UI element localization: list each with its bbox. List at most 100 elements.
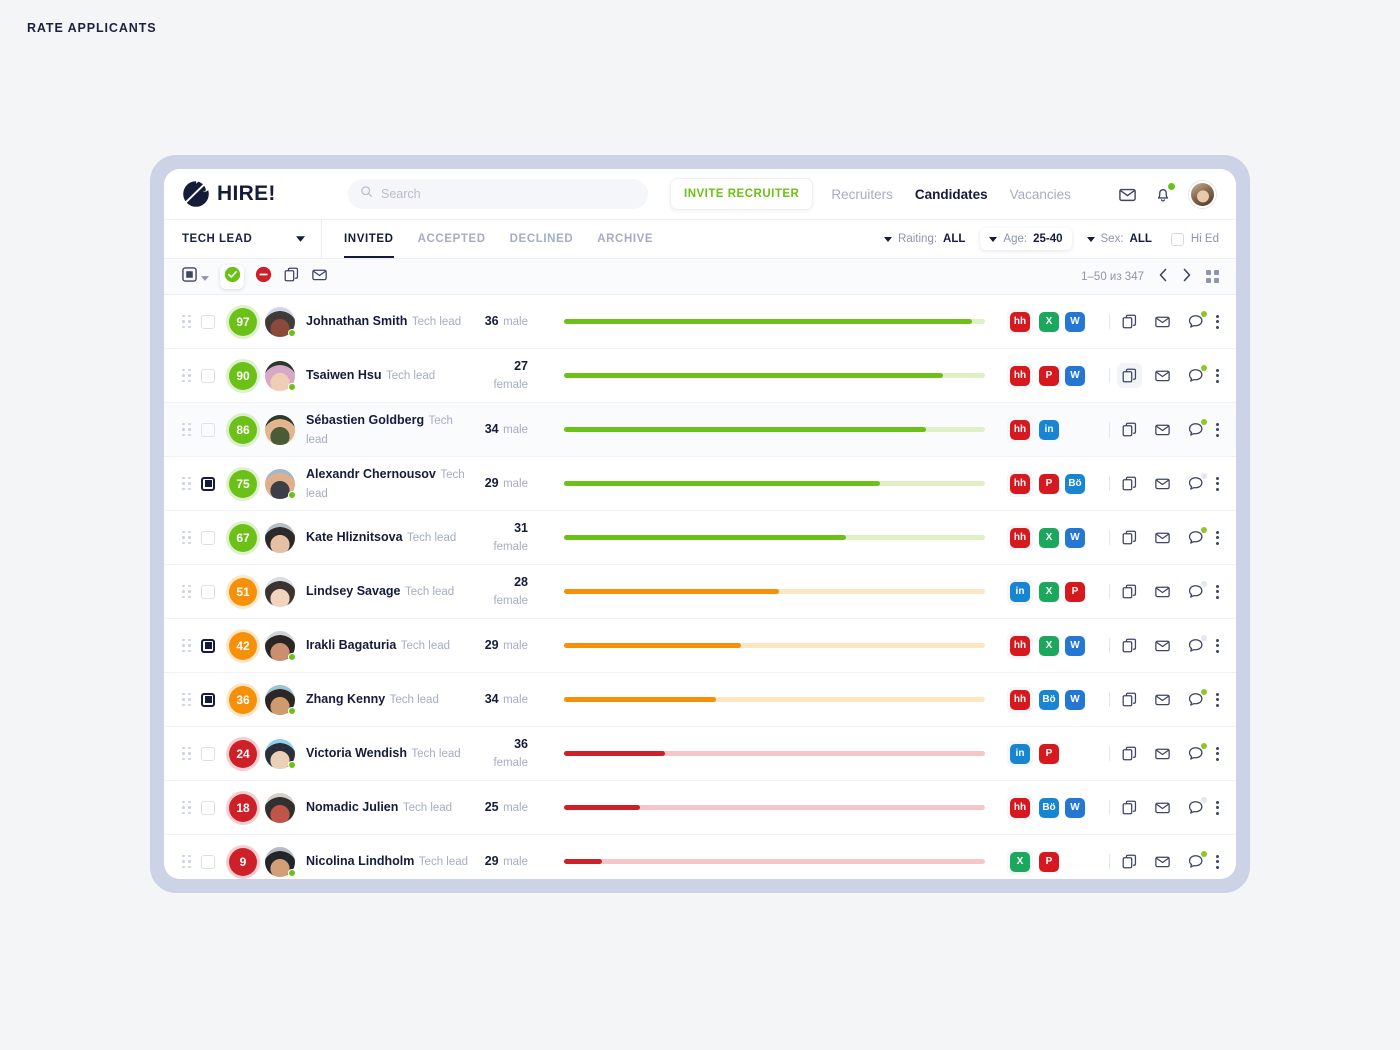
drag-handle-icon[interactable]: [182, 314, 191, 329]
row-checkbox[interactable]: [201, 314, 215, 329]
brand-logo[interactable]: HIRE!: [182, 180, 340, 208]
source-badge-hh[interactable]: hh: [1010, 689, 1030, 710]
email-icon[interactable]: [1154, 637, 1171, 654]
source-badge-X[interactable]: X: [1039, 635, 1059, 656]
chat-icon[interactable]: [1187, 581, 1207, 600]
email-icon[interactable]: [1154, 583, 1171, 600]
table-row[interactable]: 90 Tsaiwen Hsu Tech lead 27 female hh P W: [164, 349, 1236, 403]
email-icon[interactable]: [1154, 691, 1171, 708]
copy-selected-button[interactable]: [283, 266, 300, 288]
avatar[interactable]: [1189, 180, 1216, 208]
duplicate-icon[interactable]: [1121, 475, 1138, 492]
chat-icon[interactable]: [1187, 797, 1207, 816]
duplicate-icon[interactable]: [1121, 799, 1138, 816]
filter-rating[interactable]: Raiting: ALL: [875, 228, 974, 250]
source-badge-X[interactable]: X: [1039, 581, 1059, 602]
row-checkbox[interactable]: [201, 476, 215, 491]
invite-recruiter-button[interactable]: INVITE RECRUITER: [670, 178, 814, 210]
candidate-avatar[interactable]: [265, 738, 296, 769]
duplicate-icon[interactable]: [1121, 691, 1138, 708]
vacancy-select[interactable]: TECH LEAD: [164, 220, 322, 258]
duplicate-icon[interactable]: [1121, 583, 1138, 600]
table-row[interactable]: 18 Nomadic Julien Tech lead 25 male hh Bö…: [164, 781, 1236, 835]
drag-handle-icon[interactable]: [182, 584, 191, 599]
row-more-menu-icon[interactable]: [1216, 746, 1219, 761]
chat-icon[interactable]: [1187, 311, 1207, 330]
table-row[interactable]: 36 Zhang Kenny Tech lead 34 male hh Bö W: [164, 673, 1236, 727]
source-badge-Bö[interactable]: Bö: [1039, 797, 1059, 818]
row-more-menu-icon[interactable]: [1216, 800, 1219, 815]
candidate-avatar[interactable]: [265, 630, 296, 661]
reject-selected-button[interactable]: [255, 266, 272, 288]
table-row[interactable]: 75 Alexandr Chernousov Tech lead 29 male…: [164, 457, 1236, 511]
source-badge-in[interactable]: in: [1010, 743, 1030, 764]
source-badge-P[interactable]: P: [1065, 581, 1085, 602]
candidate-avatar[interactable]: [265, 522, 295, 553]
drag-handle-icon[interactable]: [182, 800, 191, 815]
row-checkbox[interactable]: [201, 368, 215, 383]
email-icon[interactable]: [1154, 853, 1171, 870]
table-row[interactable]: 97 Johnathan Smith Tech lead 36 male hh X…: [164, 295, 1236, 349]
mail-selected-button[interactable]: [311, 266, 328, 288]
notifications-bell-icon[interactable]: [1154, 183, 1175, 203]
row-checkbox[interactable]: [201, 746, 215, 761]
row-checkbox[interactable]: [201, 692, 215, 707]
source-badge-W[interactable]: W: [1065, 797, 1085, 818]
filter-age[interactable]: Age: 25-40: [980, 228, 1072, 250]
grid-view-icon[interactable]: [1206, 270, 1219, 283]
source-badge-P[interactable]: P: [1039, 743, 1059, 764]
drag-handle-icon[interactable]: [182, 854, 191, 869]
candidate-avatar[interactable]: [265, 306, 296, 337]
drag-handle-icon[interactable]: [182, 368, 191, 383]
table-row[interactable]: 51 Lindsey Savage Tech lead 28 female in…: [164, 565, 1236, 619]
row-more-menu-icon[interactable]: [1216, 422, 1219, 437]
source-badge-hh[interactable]: hh: [1010, 635, 1030, 656]
tab-accepted[interactable]: ACCEPTED: [418, 220, 486, 258]
select-all-checkbox-icon[interactable]: [182, 266, 197, 287]
duplicate-icon[interactable]: [1121, 313, 1138, 330]
row-more-menu-icon[interactable]: [1216, 476, 1219, 491]
email-icon[interactable]: [1154, 745, 1171, 762]
row-checkbox[interactable]: [201, 530, 215, 545]
candidate-avatar[interactable]: [265, 846, 296, 877]
email-icon[interactable]: [1154, 799, 1171, 816]
row-more-menu-icon[interactable]: [1216, 314, 1219, 329]
candidate-avatar[interactable]: [265, 360, 296, 391]
chat-icon[interactable]: [1187, 527, 1207, 546]
chat-icon[interactable]: [1187, 851, 1207, 870]
duplicate-icon[interactable]: [1121, 745, 1138, 762]
row-checkbox[interactable]: [201, 854, 215, 869]
candidate-avatar[interactable]: [265, 684, 296, 715]
drag-handle-icon[interactable]: [182, 746, 191, 761]
candidate-avatar[interactable]: [265, 468, 296, 499]
search-box[interactable]: [348, 179, 648, 209]
nav-recruiters[interactable]: Recruiters: [831, 187, 893, 202]
source-badge-hh[interactable]: hh: [1010, 527, 1030, 548]
nav-vacancies[interactable]: Vacancies: [1010, 187, 1071, 202]
row-checkbox[interactable]: [201, 638, 215, 653]
search-input[interactable]: [381, 187, 636, 201]
duplicate-icon[interactable]: [1121, 637, 1138, 654]
drag-handle-icon[interactable]: [182, 692, 191, 707]
row-more-menu-icon[interactable]: [1216, 692, 1219, 707]
row-more-menu-icon[interactable]: [1216, 530, 1219, 545]
tab-declined[interactable]: DECLINED: [510, 220, 574, 258]
chevron-down-icon[interactable]: [201, 268, 209, 286]
source-badge-hh[interactable]: hh: [1010, 797, 1030, 818]
nav-candidates[interactable]: Candidates: [915, 187, 988, 202]
chat-icon[interactable]: [1187, 635, 1207, 654]
source-badge-W[interactable]: W: [1065, 311, 1085, 332]
candidate-avatar[interactable]: [265, 792, 295, 823]
source-badge-Bö[interactable]: Bö: [1065, 473, 1085, 494]
duplicate-icon[interactable]: [1121, 529, 1138, 546]
row-more-menu-icon[interactable]: [1216, 584, 1219, 599]
source-badge-P[interactable]: P: [1039, 365, 1059, 386]
source-badge-Bö[interactable]: Bö: [1039, 689, 1059, 710]
source-badge-W[interactable]: W: [1065, 365, 1085, 386]
chat-icon[interactable]: [1187, 473, 1207, 492]
row-more-menu-icon[interactable]: [1216, 638, 1219, 653]
email-icon[interactable]: [1154, 367, 1171, 384]
table-row[interactable]: 24 Victoria Wendish Tech lead 36 female …: [164, 727, 1236, 781]
row-checkbox[interactable]: [201, 584, 215, 599]
duplicate-icon[interactable]: [1117, 363, 1142, 388]
